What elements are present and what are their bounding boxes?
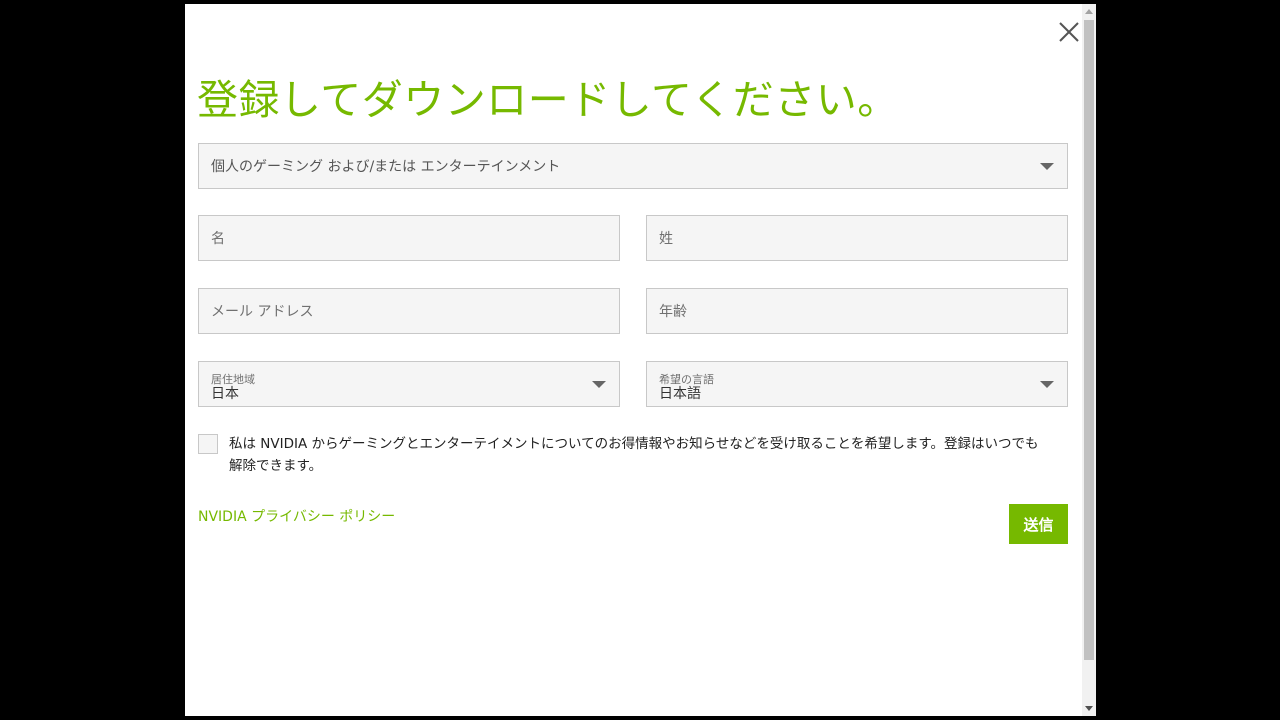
last-name-placeholder: 姓: [659, 231, 673, 247]
interest-select-value: 個人のゲーミング および/または エンターテインメント: [211, 159, 561, 175]
interest-select[interactable]: 個人のゲーミング および/または エンターテインメント: [198, 143, 1068, 189]
last-name-field[interactable]: 姓: [646, 215, 1068, 261]
modal-title: 登録してダウンロードしてください。: [197, 76, 899, 124]
consent-checkbox[interactable]: [198, 434, 218, 454]
close-button[interactable]: [1057, 20, 1081, 44]
close-icon[interactable]: [1057, 20, 1081, 44]
age-field[interactable]: 年齢: [646, 288, 1068, 334]
chevron-down-icon: [592, 381, 606, 388]
submit-button[interactable]: 送信: [1009, 504, 1068, 544]
country-value: 日本: [211, 386, 239, 402]
consent-text: 私は NVIDIA からゲーミングとエンターテイメントについてのお得情報やお知ら…: [229, 436, 1039, 474]
scrollbar-thumb[interactable]: [1084, 20, 1094, 660]
first-name-field[interactable]: 名: [198, 215, 620, 261]
email-field[interactable]: メール アドレス: [198, 288, 620, 334]
language-value: 日本語: [659, 386, 701, 402]
first-name-placeholder: 名: [211, 231, 225, 247]
registration-modal: 登録してダウンロードしてください。 個人のゲーミング および/または エンターテ…: [185, 4, 1096, 716]
email-placeholder: メール アドレス: [211, 304, 314, 320]
scroll-up-arrow-icon[interactable]: [1085, 9, 1093, 14]
scroll-down-arrow-icon[interactable]: [1085, 706, 1093, 711]
privacy-policy-link[interactable]: NVIDIA プライバシー ポリシー: [198, 506, 395, 526]
chevron-down-icon: [1040, 163, 1054, 170]
language-select[interactable]: 希望の言語 日本語: [646, 361, 1068, 407]
country-select[interactable]: 居住地域 日本: [198, 361, 620, 407]
chevron-down-icon: [1040, 381, 1054, 388]
scrollbar[interactable]: [1082, 4, 1096, 716]
age-placeholder: 年齢: [659, 304, 687, 320]
